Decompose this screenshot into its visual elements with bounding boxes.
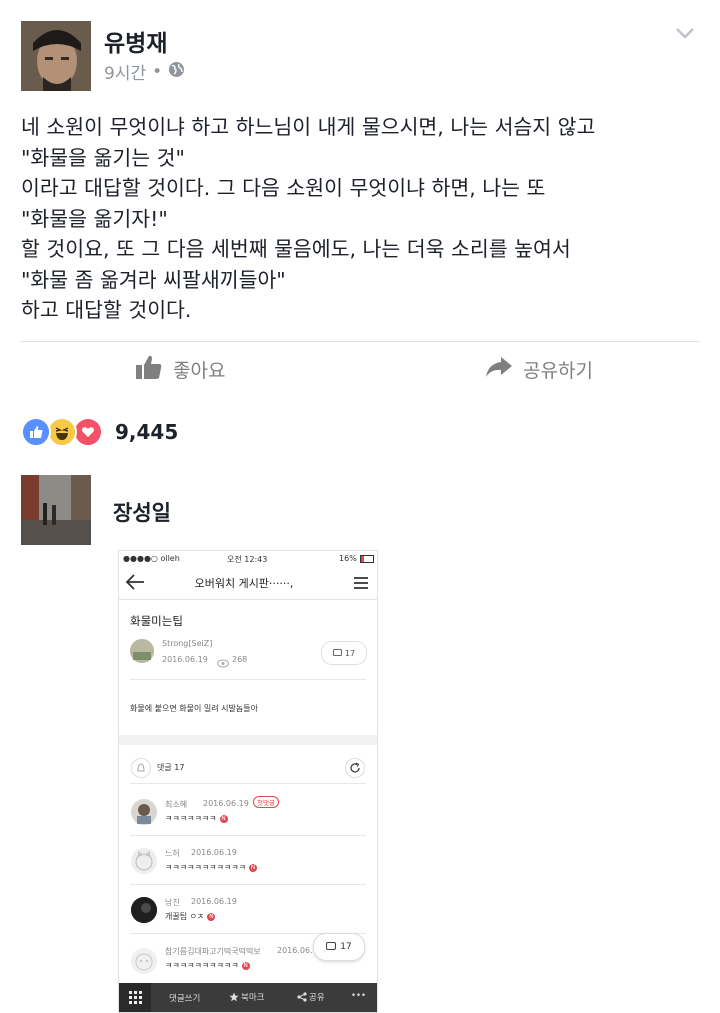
view-count: 268 xyxy=(232,655,248,664)
share-label: 공유하기 xyxy=(523,359,593,382)
bookmark-button[interactable]: 북마크 xyxy=(229,991,264,1003)
clock: 오전 12:43 xyxy=(227,555,268,564)
comment-avatar xyxy=(131,948,157,974)
divider xyxy=(130,679,366,680)
board-title: 오버워치 게시판······, xyxy=(194,577,294,590)
bookmark-label: 북마크 xyxy=(241,993,265,1003)
share-button[interactable]: 공유하기 xyxy=(485,350,593,388)
comment-text: ㅋㅋㅋㅋㅋㅋㅋㅋㅋㅋ xyxy=(165,961,239,970)
thread-body: 화물에 붙으면 화물이 밀려 시발놈들아 xyxy=(130,704,258,713)
comment-row[interactable]: 최소혜 2016.06.19 첫댓글 ㅋㅋㅋㅋㅋㅋㅋ N xyxy=(119,791,377,835)
comment-image[interactable]: ●●●●○ olleh 오전 12:43 16% 오버워치 게시판······,… xyxy=(118,550,378,1013)
comment-count: 17 xyxy=(344,648,356,658)
author-name[interactable]: 유병재 xyxy=(104,24,167,58)
comment-author: 느허 xyxy=(165,849,180,858)
post-line: 하고 대답할 것이다. xyxy=(21,298,192,322)
share-label-small: 공유 xyxy=(309,993,325,1003)
like-icon xyxy=(21,417,51,447)
post-header: 유병재 9시간 • xyxy=(0,0,720,100)
post-date: 2016.06.19 xyxy=(162,655,208,664)
poster-avatar xyxy=(130,639,154,663)
speech-bubble-icon xyxy=(326,942,337,950)
post-line: "화물을 옮기는 것" xyxy=(21,145,185,170)
post-body: 네 소원이 무엇이냐 하고 하느님이 내게 물으시면, 나는 서슴지 않고 "화… xyxy=(21,112,701,326)
comment-date: 2016.06.19 xyxy=(191,897,237,906)
comment-author: 참기름김대파고기떡국떡떡보 xyxy=(165,947,261,956)
comment-date: 2016.06. xyxy=(277,946,313,955)
commenter-name[interactable]: 장성일 xyxy=(113,497,171,527)
menu-icon[interactable] xyxy=(353,575,369,594)
new-badge: N xyxy=(248,863,257,872)
comment-text: ㅋㅋㅋㅋㅋㅋㅋㅋㅋㅋㅋ xyxy=(165,863,246,872)
floating-count: 17 xyxy=(340,942,352,952)
battery-percent: 16% xyxy=(339,554,357,563)
bell-icon xyxy=(131,758,151,782)
like-label: 좋아요 xyxy=(173,359,226,382)
thread-title: 화물미는팁 xyxy=(130,614,183,628)
new-badge: N xyxy=(207,912,216,921)
comment-avatar xyxy=(131,848,157,874)
haha-icon xyxy=(47,417,77,447)
phone-bottom-bar: 댓글쓰기 북마크 공유 ••• xyxy=(119,983,377,1012)
post-meta: 9시간 • xyxy=(104,59,185,84)
phone-status-bar: ●●●●○ olleh 오전 12:43 16% xyxy=(119,551,377,567)
new-badge: N xyxy=(219,814,228,823)
floating-comment-button[interactable]: 17 xyxy=(313,933,365,961)
comment-row[interactable]: 느허 2016.06.19 ㅋㅋㅋㅋㅋㅋㅋㅋㅋㅋㅋ N xyxy=(119,840,377,884)
meta-dot: • xyxy=(152,61,163,82)
battery-icon xyxy=(360,555,374,563)
post-time[interactable]: 9시간 xyxy=(104,59,146,84)
commenter-avatar[interactable] xyxy=(21,475,91,545)
post-line: "화물 좀 옮겨라 씨팔새끼들아" xyxy=(21,267,286,292)
poster-name: Strong[SeiZ] xyxy=(162,639,213,648)
comment-date: 2016.06.19 xyxy=(203,799,249,808)
divider xyxy=(130,835,366,836)
comment-row[interactable]: 남친 2016.06.19 개꿀팁 ㅇㅈ N xyxy=(119,889,377,933)
refresh-icon[interactable] xyxy=(345,758,365,782)
thumbs-up-icon xyxy=(135,353,163,386)
first-comment-badge: 첫댓글 xyxy=(253,796,279,808)
comment-text-row: ㅋㅋㅋㅋㅋㅋㅋ N xyxy=(165,813,228,824)
divider xyxy=(21,341,699,342)
share-arrow-icon xyxy=(485,355,513,384)
speech-bubble-icon xyxy=(332,648,342,656)
carrier: ●●●●○ olleh xyxy=(123,554,180,563)
love-icon xyxy=(73,417,103,447)
comment-text: 개꿀팁 ㅇㅈ xyxy=(165,912,205,921)
like-button[interactable]: 좋아요 xyxy=(135,350,225,388)
comment-author: 남친 xyxy=(165,898,180,907)
reaction-count: 9,445 xyxy=(115,420,179,444)
phone-nav-bar: 오버워치 게시판······, xyxy=(119,567,377,600)
comment-date: 2016.06.19 xyxy=(191,848,237,857)
grid-icon[interactable] xyxy=(119,983,151,1012)
reactions-summary[interactable]: 9,445 xyxy=(21,417,178,447)
comment-avatar xyxy=(131,897,157,923)
comment-text: ㅋㅋㅋㅋㅋㅋㅋ xyxy=(165,814,217,823)
section-separator xyxy=(119,735,377,745)
post-line: 이라고 대답할 것이다. 그 다음 소원이 무엇이냐 하면, 나는 또 xyxy=(21,176,546,200)
comment-avatar xyxy=(131,799,157,825)
author-avatar[interactable] xyxy=(21,21,91,91)
eye-icon xyxy=(217,653,229,672)
back-arrow-icon[interactable] xyxy=(125,573,145,595)
divider xyxy=(130,884,366,885)
share-screen-button[interactable]: 공유 xyxy=(297,991,325,1003)
comment-count-pill[interactable]: 17 xyxy=(321,641,367,665)
post-line: 할 것이요, 또 그 다음 세번째 물음에도, 나는 더욱 소리를 높여서 xyxy=(21,237,571,261)
comment-text-row: ㅋㅋㅋㅋㅋㅋㅋㅋㅋㅋ N xyxy=(165,960,250,971)
write-comment-button[interactable]: 댓글쓰기 xyxy=(169,992,200,1004)
comment-header: 댓글 17 xyxy=(157,763,185,772)
post-line: "화물을 옮기자!" xyxy=(21,206,168,231)
share-icon xyxy=(297,992,307,1002)
comment-text-row: ㅋㅋㅋㅋㅋㅋㅋㅋㅋㅋㅋ N xyxy=(165,862,257,873)
divider xyxy=(130,783,366,784)
star-icon xyxy=(229,992,239,1002)
new-badge: N xyxy=(241,961,250,970)
more-button[interactable]: ••• xyxy=(351,991,366,1001)
globe-icon xyxy=(168,61,185,83)
chevron-down-icon[interactable] xyxy=(672,20,698,46)
comment-text-row: 개꿀팁 ㅇㅈ N xyxy=(165,911,216,922)
comment-author: 최소혜 xyxy=(165,800,188,809)
post-line: 네 소원이 무엇이냐 하고 하느님이 내게 물으시면, 나는 서슴지 않고 xyxy=(21,115,596,139)
